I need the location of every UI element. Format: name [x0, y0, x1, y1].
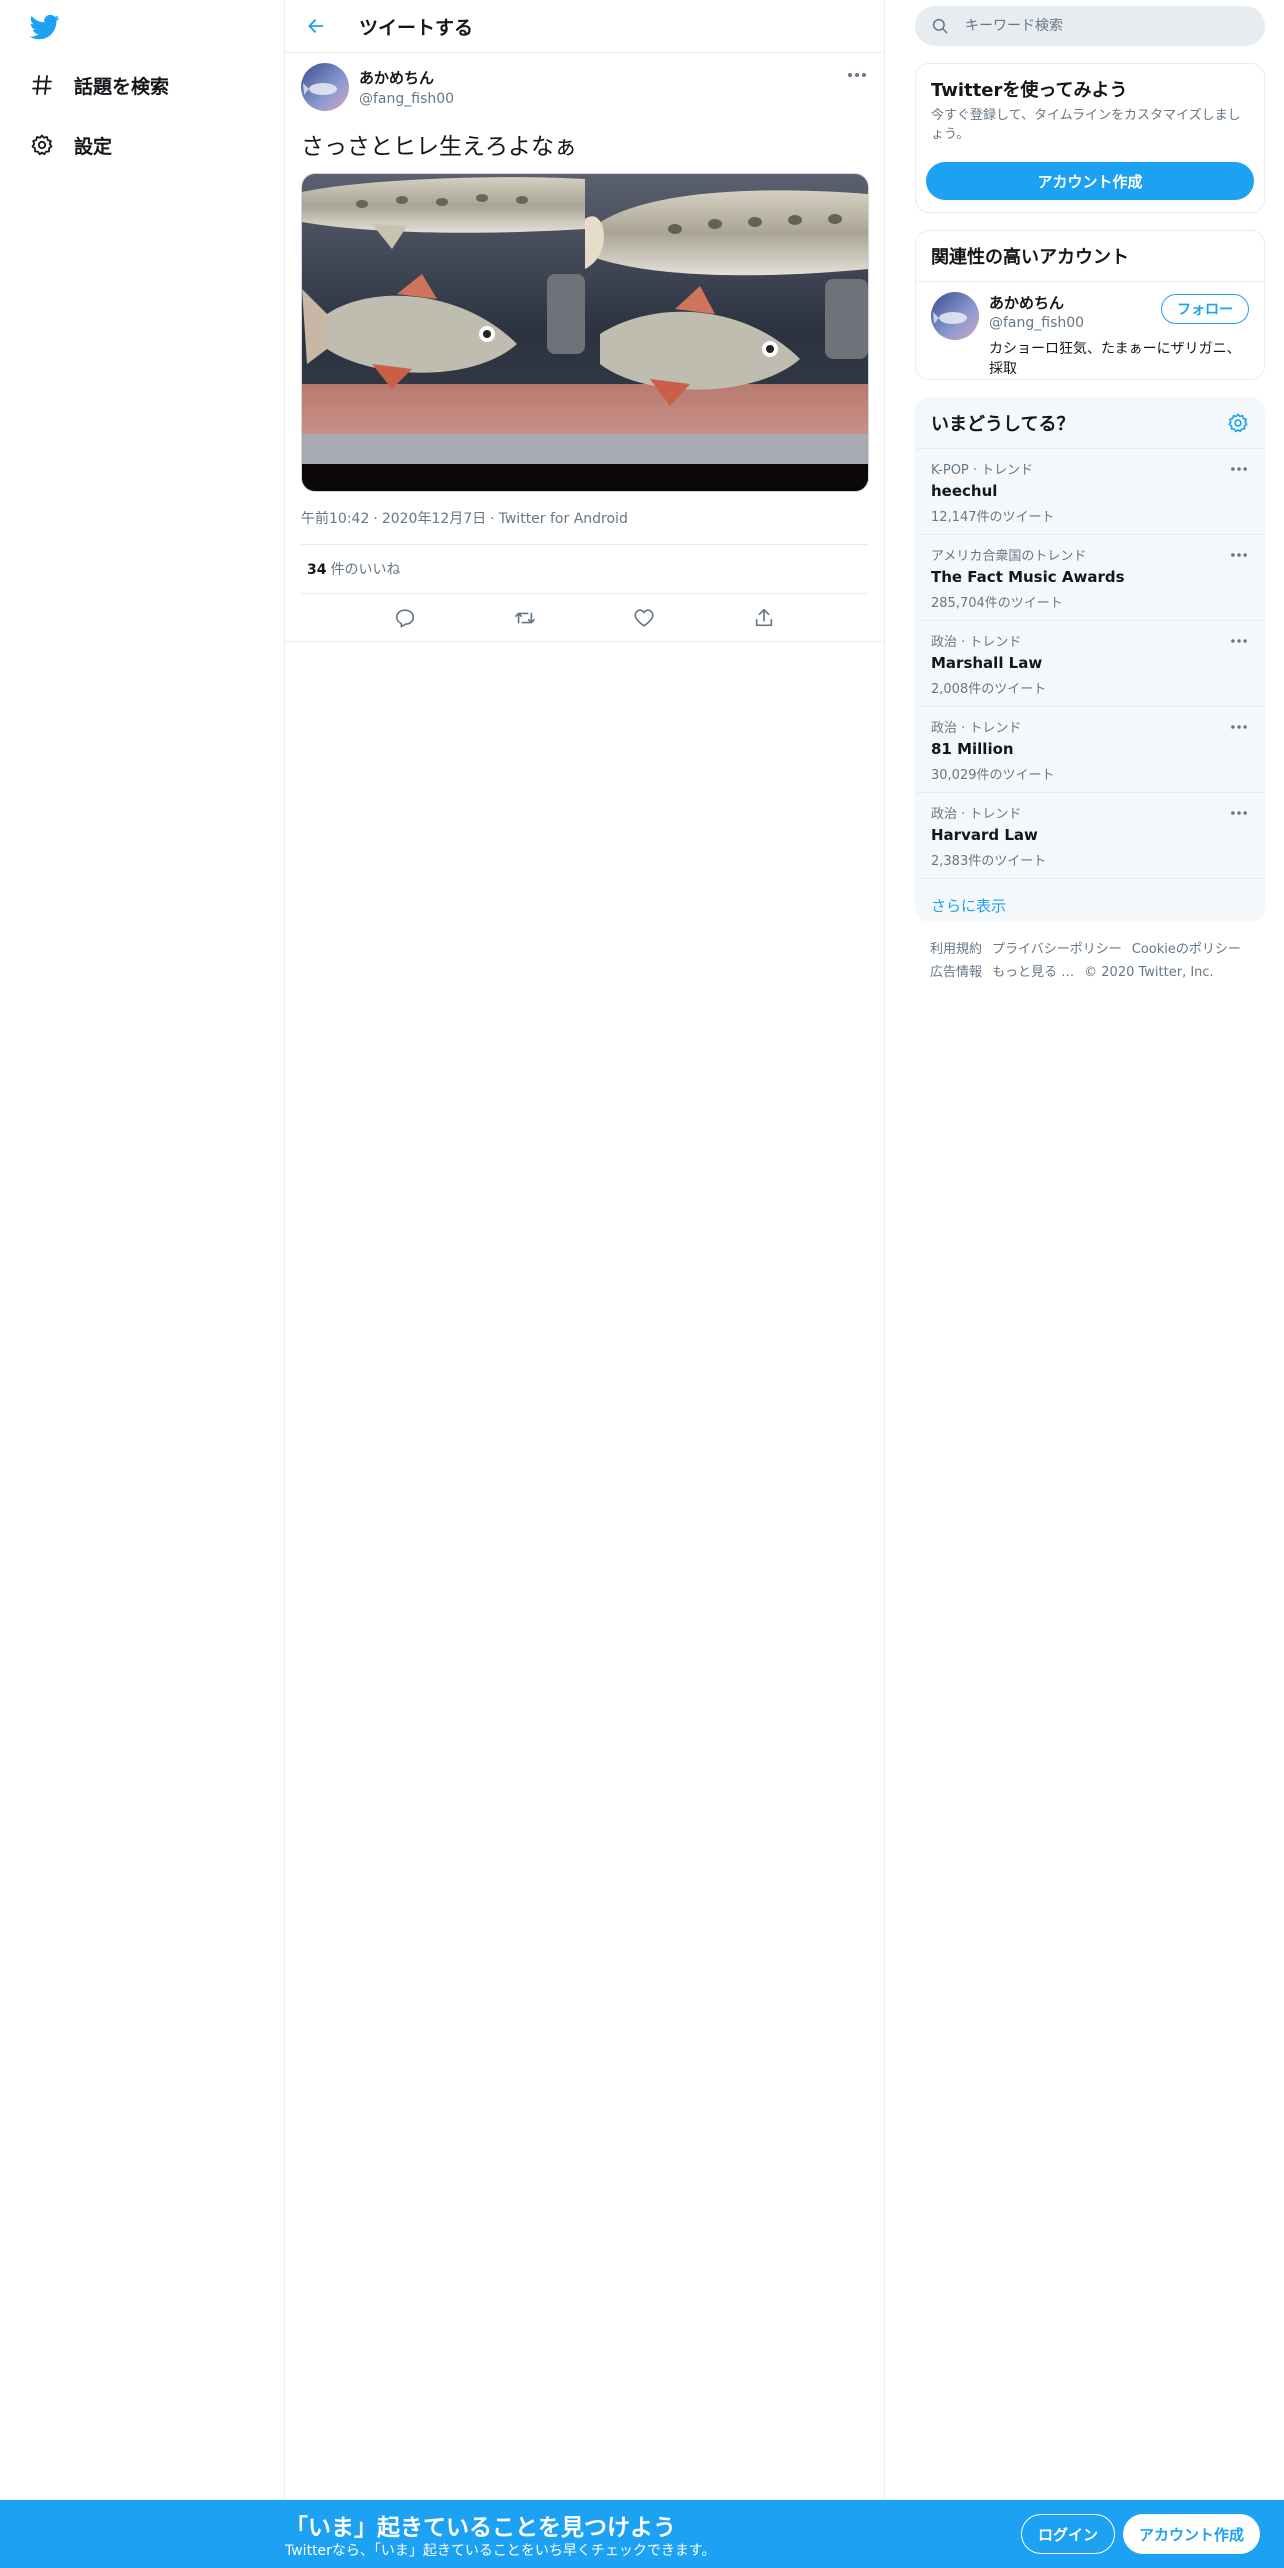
tweet-actions	[285, 594, 884, 642]
more-icon[interactable]	[1229, 547, 1249, 561]
trend-context: 政治 · トレンド	[931, 721, 1022, 736]
like-icon[interactable]	[629, 603, 659, 633]
reply-icon[interactable]	[390, 603, 420, 633]
create-account-button[interactable]: アカウント作成	[926, 162, 1254, 200]
nav-explore-label: 話題を検索	[74, 75, 170, 98]
bottom-bar-subtitle: Twitterなら、「いま」起きていることをいち早くチェックできます。	[285, 2543, 716, 2559]
likes-count: 34	[307, 562, 327, 578]
footer-link-more[interactable]: もっと見る …	[992, 965, 1074, 980]
more-icon[interactable]	[1229, 719, 1249, 733]
trend-count: 2,008件のツイート	[931, 682, 1047, 697]
trend-item[interactable]: 政治 · トレンド Harvard Law 2,383件のツイート	[916, 793, 1264, 879]
meta-separator: ·	[490, 511, 495, 527]
trend-context: 政治 · トレンド	[931, 807, 1022, 822]
trend-count: 285,704件のツイート	[931, 596, 1063, 611]
trend-item[interactable]: アメリカ合衆国のトレンド The Fact Music Awards 285,7…	[916, 535, 1264, 621]
trend-count: 2,383件のツイート	[931, 854, 1047, 869]
trend-name: 81 Million	[931, 740, 1014, 758]
signup-button[interactable]: アカウント作成	[1123, 2514, 1261, 2554]
nav-explore[interactable]: 話題を検索	[28, 65, 169, 105]
nav-settings-label: 設定	[74, 135, 113, 158]
tweet-source[interactable]: Twitter for Android	[499, 511, 628, 527]
gear-icon	[28, 131, 56, 159]
tweet-date[interactable]: 2020年12月7日	[382, 511, 486, 527]
avatar[interactable]	[301, 63, 349, 111]
more-icon[interactable]	[846, 67, 868, 83]
footer-link-cookies[interactable]: Cookieのポリシー	[1132, 942, 1241, 957]
trend-context: 政治 · トレンド	[931, 635, 1022, 650]
signup-card: Twitterを使ってみよう 今すぐ登録して、タイムラインをカスタマイズしましょ…	[915, 63, 1265, 213]
trend-context: アメリカ合衆国のトレンド	[931, 549, 1087, 564]
tweet-photo-2[interactable]	[575, 174, 868, 491]
tweet-likes[interactable]: 34 件のいいね	[301, 545, 868, 594]
trend-item[interactable]: K-POP · トレンド heechul 12,147件のツイート	[916, 449, 1264, 535]
trend-count: 12,147件のツイート	[931, 510, 1055, 525]
show-more-link[interactable]: さらに表示	[916, 879, 1264, 932]
login-button[interactable]: ログイン	[1021, 2514, 1116, 2554]
twitter-bird-icon[interactable]	[28, 12, 62, 42]
follow-button[interactable]: フォロー	[1161, 294, 1249, 324]
related-accounts-card: 関連性の高いアカウント あかめちん @fang_fish00 カショーロ狂気、た…	[915, 230, 1265, 380]
more-icon[interactable]	[1229, 633, 1249, 647]
tweet-meta: 午前10:42 · 2020年12月7日 · Twitter for Android	[301, 508, 868, 545]
arrow-left-icon[interactable]	[299, 9, 333, 43]
tweet-header: あかめちん @fang_fish00	[301, 63, 868, 117]
trend-name: heechul	[931, 482, 998, 500]
likes-label: 件のいいね	[330, 562, 401, 578]
bottom-signup-bar: 「いま」起きていることを見つけよう Twitterなら、「いま」起きていることを…	[0, 2500, 1284, 2568]
trends-header: いまどうしてる？	[916, 398, 1264, 449]
related-user[interactable]: あかめちん @fang_fish00 カショーロ狂気、たまぁーにザリガニ、採取 …	[916, 282, 1264, 389]
search-box[interactable]	[915, 6, 1265, 46]
tweet-author[interactable]: あかめちん @fang_fish00	[359, 67, 454, 107]
footer-link-terms[interactable]: 利用規約	[930, 942, 982, 957]
footer: 利用規約 プライバシーポリシー Cookieのポリシー 広告情報 もっと見る … © 2…	[930, 938, 1260, 984]
author-name: あかめちん	[359, 69, 435, 87]
trends-title: いまどうしてる？	[931, 414, 1075, 435]
hashtag-icon	[28, 71, 56, 99]
gear-icon[interactable]	[1227, 412, 1249, 434]
bottom-bar-title: 「いま」起きていることを見つけよう	[285, 2515, 676, 2541]
trend-name: The Fact Music Awards	[931, 568, 1125, 586]
trend-count: 30,029件のツイート	[931, 768, 1055, 783]
footer-link-ads[interactable]: 広告情報	[930, 965, 982, 980]
tweet: あかめちん @fang_fish00 さっさとヒレ生えろよなぁ 午前10:42 …	[285, 53, 884, 642]
page-title: ツイートする	[359, 16, 474, 39]
signup-card-desc: 今すぐ登録して、タイムラインをカスタマイズしましょう。	[931, 108, 1241, 142]
tweet-text: さっさとヒレ生えろよなぁ	[301, 134, 577, 160]
footer-link-privacy[interactable]: プライバシーポリシー	[992, 942, 1122, 957]
nav-settings[interactable]: 設定	[28, 125, 112, 165]
trend-name: Marshall Law	[931, 654, 1043, 672]
main-header: ツイートする	[285, 0, 884, 53]
signup-card-title: Twitterを使ってみよう	[931, 80, 1128, 101]
tweet-photo-1[interactable]	[302, 174, 585, 491]
tweet-media	[301, 173, 869, 492]
more-icon[interactable]	[1229, 461, 1249, 475]
related-user-bio: カショーロ狂気、たまぁーにザリガニ、採取	[989, 341, 1241, 377]
main-column: ツイートする あかめちん @fang_fish00 さっさとヒレ生えろよなぁ 午…	[285, 0, 885, 2500]
more-icon[interactable]	[1229, 805, 1249, 819]
search-icon	[931, 17, 949, 35]
trend-name: Harvard Law	[931, 826, 1038, 844]
trends-card: いまどうしてる？ K-POP · トレンド heechul 12,147件のツイ…	[915, 397, 1265, 922]
meta-separator: ·	[373, 511, 378, 527]
left-nav: 話題を検索 設定	[0, 0, 285, 2500]
trend-context: K-POP · トレンド	[931, 463, 1034, 478]
retweet-icon[interactable]	[510, 603, 540, 633]
share-icon[interactable]	[749, 603, 779, 633]
avatar[interactable]	[931, 292, 979, 340]
related-card-title: 関連性の高いアカウント	[916, 231, 1264, 282]
trend-item[interactable]: 政治 · トレンド 81 Million 30,029件のツイート	[916, 707, 1264, 793]
tweet-time[interactable]: 午前10:42	[301, 511, 369, 527]
author-handle: @fang_fish00	[359, 91, 455, 107]
search-input[interactable]	[965, 18, 1245, 34]
footer-copyright: © 2020 Twitter, Inc.	[1084, 965, 1214, 980]
trend-item[interactable]: 政治 · トレンド Marshall Law 2,008件のツイート	[916, 621, 1264, 707]
